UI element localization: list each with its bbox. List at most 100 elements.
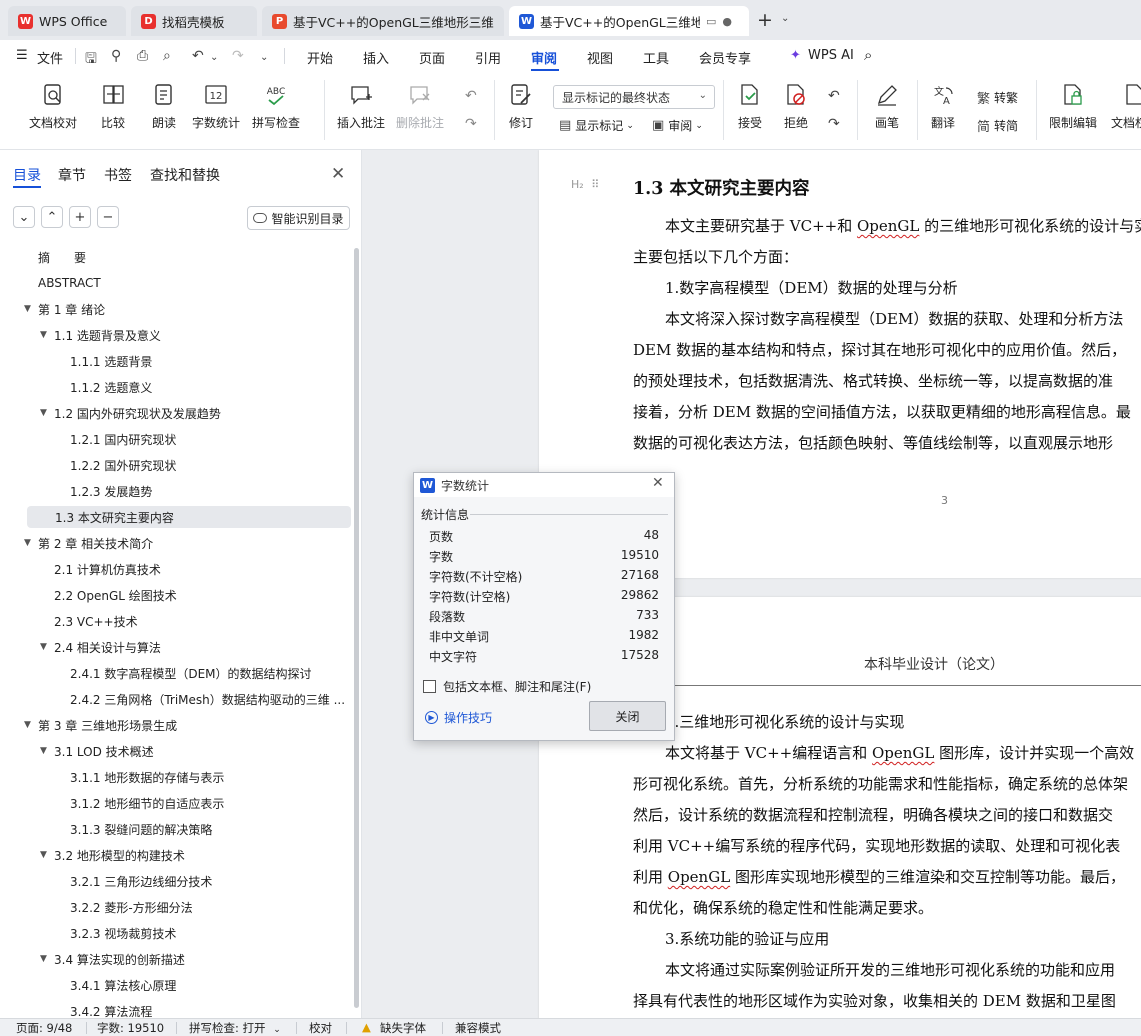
to-traditional-button[interactable]: 繁 转繁 — [977, 88, 1018, 107]
drag-handle-icon[interactable]: ⠿ — [591, 178, 599, 191]
nav-tab-sections[interactable]: 章节 — [58, 165, 86, 185]
toc-item[interactable]: 3.1.3 裂缝问题的解决策略 — [56, 818, 350, 840]
include-textbox-footnote-checkbox[interactable]: 包括文本框、脚注和尾注(F) — [423, 678, 591, 695]
menu-view[interactable]: 视图 — [587, 48, 613, 67]
collapse-caret-icon[interactable]: ▼ — [40, 330, 54, 340]
smart-toc-button[interactable]: 智能识别目录 — [247, 206, 350, 230]
menu-page[interactable]: 页面 — [419, 48, 445, 67]
toc-item[interactable]: 2.2 OpenGL 绘图技术 — [40, 584, 350, 606]
collapse-caret-icon[interactable]: ▼ — [24, 720, 38, 730]
heading-level-marker[interactable]: H₂ ⠿ — [571, 178, 599, 191]
collapse-caret-icon[interactable]: ▼ — [24, 538, 38, 548]
print-icon[interactable]: ⎙ — [137, 48, 148, 64]
collapse-caret-icon[interactable]: ▼ — [40, 850, 54, 860]
toc-item[interactable]: 3.1.2 地形细节的自适应表示 — [56, 792, 350, 814]
toc-item[interactable]: 摘 要 — [24, 246, 350, 268]
prev-comment-icon[interactable]: ↶ — [465, 88, 477, 104]
undo-dropdown-icon[interactable]: ⌄ — [210, 52, 218, 63]
close-icon[interactable]: ✕ — [652, 475, 664, 491]
next-change-icon[interactable]: ↷ — [828, 116, 840, 132]
nav-tab-toc[interactable]: 目录 — [13, 165, 41, 185]
insert-comment-button[interactable]: 插入批注 — [337, 82, 385, 131]
toc-item[interactable]: ▼2.4 相关设计与算法 — [40, 636, 350, 658]
read-aloud-button[interactable]: 朗读 — [151, 82, 177, 131]
menu-references[interactable]: 引用 — [475, 48, 501, 67]
delete-comment-button[interactable]: 删除批注 — [396, 82, 444, 131]
toc-item[interactable]: 1.2.1 国内研究现状 — [56, 428, 350, 450]
close-icon[interactable]: ✕ — [331, 164, 345, 184]
toc-item[interactable]: 3.2.1 三角形边线细分技术 — [56, 870, 350, 892]
print-preview-icon[interactable]: ⌕ — [163, 48, 171, 64]
collapse-caret-icon[interactable]: ▼ — [40, 642, 54, 652]
wps-ai-icon[interactable]: ✦ — [790, 48, 801, 63]
reject-button[interactable]: 拒绝 — [783, 82, 809, 131]
proofread-button[interactable]: 校对 — [309, 1020, 332, 1036]
doc-check-button[interactable]: 文档校对 — [29, 82, 77, 131]
toc-item[interactable]: 1.2.3 发展趋势 — [56, 480, 350, 502]
expand-up-button[interactable]: ⌃ — [41, 206, 63, 228]
word-count-button[interactable]: 12 字数统计 — [192, 82, 240, 131]
collapse-caret-icon[interactable]: ▼ — [40, 746, 54, 756]
nav-scrollbar[interactable] — [354, 248, 359, 1008]
menu-home[interactable]: 开始 — [307, 48, 333, 67]
pen-button[interactable]: 画笔 — [874, 82, 900, 131]
hamburger-icon[interactable]: ☰ — [16, 48, 28, 63]
toc-item[interactable]: 3.4.1 算法核心原理 — [56, 974, 350, 996]
nav-tab-bookmarks[interactable]: 书签 — [104, 165, 132, 185]
tab-docer-templates[interactable]: D 找稻壳模板 — [131, 6, 257, 36]
share-icon[interactable]: ⚲ — [111, 48, 121, 64]
collapse-all-button[interactable]: ⌄ — [13, 206, 35, 228]
missing-font-button[interactable]: 缺失字体 — [380, 1020, 426, 1036]
toc-item[interactable]: 1.1.1 选题背景 — [56, 350, 350, 372]
unsaved-dot-icon[interactable]: ● — [722, 15, 732, 28]
toc-item[interactable]: 2.1 计算机仿真技术 — [40, 558, 350, 580]
toc-item[interactable]: 1.3 本文研究主要内容 — [27, 506, 351, 528]
menu-member[interactable]: 会员专享 — [699, 48, 751, 67]
redo-icon[interactable]: ↷ — [232, 48, 244, 64]
revise-button[interactable]: 修订 — [508, 82, 534, 131]
collapse-caret-icon[interactable]: ▼ — [40, 954, 54, 964]
menu-file[interactable]: 文件 — [37, 48, 63, 67]
toc-item[interactable]: ABSTRACT — [24, 272, 350, 294]
toc-item[interactable]: 2.4.1 数字高程模型（DEM）的数据结构探讨 — [56, 662, 350, 684]
menu-tools[interactable]: 工具 — [643, 48, 669, 67]
menu-wps-ai[interactable]: WPS AI — [808, 48, 854, 63]
restrict-edit-button[interactable]: 限制编辑 — [1049, 82, 1097, 131]
menu-review[interactable]: 审阅 — [531, 48, 557, 67]
toc-item[interactable]: ▼3.2 地形模型的构建技术 — [40, 844, 350, 866]
new-tab-button[interactable]: + — [757, 9, 773, 31]
toc-item[interactable]: ▼第 3 章 三维地形场景生成 — [24, 714, 350, 736]
toc-item[interactable]: 3.2.3 视场裁剪技术 — [56, 922, 350, 944]
page-indicator[interactable]: 页面: 9/48 — [16, 1020, 72, 1036]
accept-button[interactable]: 接受 — [737, 82, 763, 131]
toc-item[interactable]: ▼3.4 算法实现的创新描述 — [40, 948, 350, 970]
collapse-caret-icon[interactable]: ▼ — [24, 304, 38, 314]
tips-link[interactable]: ▶ 操作技巧 — [425, 709, 492, 726]
toc-item[interactable]: 1.2.2 国外研究现状 — [56, 454, 350, 476]
monitor-icon[interactable]: ▭ — [706, 15, 716, 28]
remove-heading-button[interactable]: − — [97, 206, 119, 228]
prev-change-icon[interactable]: ↶ — [828, 88, 840, 104]
show-markup-button[interactable]: ▤ 显示标记 ⌄ — [559, 117, 634, 134]
toc-item[interactable]: 2.3 VC++技术 — [40, 610, 350, 632]
save-icon[interactable]: 🖫 — [85, 48, 97, 72]
toc-item[interactable]: ▼1.2 国内外研究现状及发展趋势 — [40, 402, 350, 424]
tab-wps-office[interactable]: W WPS Office — [8, 6, 126, 36]
toc-item[interactable]: 3.1.1 地形数据的存储与表示 — [56, 766, 350, 788]
toc-item[interactable]: ▼1.1 选题背景及意义 — [40, 324, 350, 346]
undo-icon[interactable]: ↶ — [192, 48, 204, 64]
checkbox-box[interactable] — [423, 680, 436, 693]
spell-check-button[interactable]: ABC 拼写检查 — [252, 82, 300, 131]
compare-button[interactable]: 比较 — [100, 82, 126, 131]
toc-item[interactable]: ▼3.1 LOD 技术概述 — [40, 740, 350, 762]
doc-permission-button[interactable]: 文档权限 — [1111, 82, 1141, 131]
nav-tab-find-replace[interactable]: 查找和替换 — [150, 165, 220, 185]
review-pane-button[interactable]: ▣ 审阅 ⌄ — [652, 117, 703, 134]
toc-item[interactable]: 3.2.2 菱形-方形细分法 — [56, 896, 350, 918]
search-icon[interactable]: ⌕ — [864, 46, 872, 64]
toc-item[interactable]: ▼第 1 章 绪论 — [24, 298, 350, 320]
next-comment-icon[interactable]: ↷ — [465, 116, 477, 132]
tab-pdf-document[interactable]: P 基于VC++的OpenGL三维地形三维可 — [262, 6, 504, 36]
translate-button[interactable]: 文A 翻译 — [930, 82, 956, 131]
toc-item[interactable]: 2.4.2 三角网格（TriMesh）数据结构驱动的三维 ... — [56, 688, 350, 710]
